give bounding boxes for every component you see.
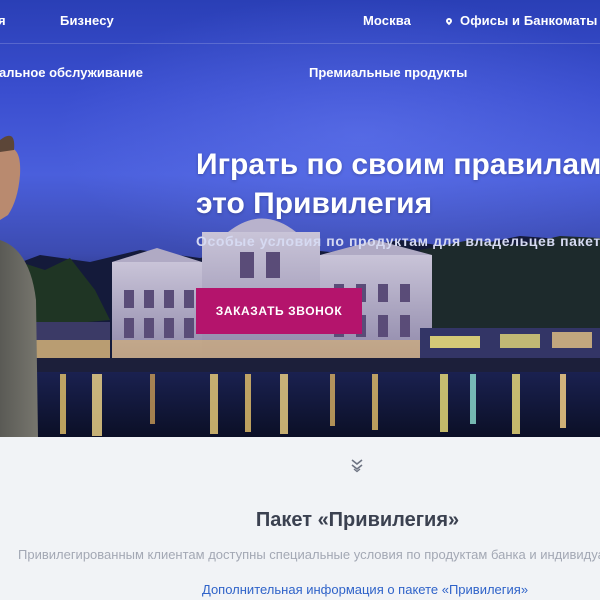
package-title: Пакет «Привилегия» bbox=[255, 509, 460, 531]
offices-atms-link[interactable]: Офисы и Банкоматы bbox=[444, 13, 598, 28]
hero-headline-line1: Играть по своим правилам — bbox=[196, 148, 600, 181]
top-navigation: я Бизнесу Москва Офисы и Банкоматы bbox=[0, 0, 600, 44]
hero-headline: Играть по своим правилам — это Привилеги… bbox=[196, 145, 600, 223]
map-pin-icon bbox=[444, 16, 454, 26]
hero-headline-line2: это Привилегия bbox=[196, 187, 433, 220]
hero-subtitle: Особые условия по продуктам для владельц… bbox=[196, 233, 600, 249]
nav-private-clients[interactable]: я bbox=[0, 13, 6, 28]
package-description: Привилегированным клиентам доступны спец… bbox=[18, 547, 600, 562]
city-selector[interactable]: Москва bbox=[363, 13, 411, 28]
hero-banner: я Бизнесу Москва Офисы и Банкоматы ально… bbox=[0, 0, 600, 437]
nav-business[interactable]: Бизнесу bbox=[60, 13, 114, 28]
request-call-button[interactable]: ЗАКАЗАТЬ ЗВОНОК bbox=[196, 288, 362, 334]
double-chevron-down-icon[interactable] bbox=[351, 459, 363, 473]
offices-atms-label: Офисы и Банкоматы bbox=[460, 13, 598, 28]
nav-premium-products[interactable]: Премиальные продукты bbox=[309, 65, 467, 80]
package-more-info-link[interactable]: Дополнительная информация о пакете «Прив… bbox=[202, 582, 528, 597]
nav-service[interactable]: альное обслуживание bbox=[0, 65, 143, 80]
